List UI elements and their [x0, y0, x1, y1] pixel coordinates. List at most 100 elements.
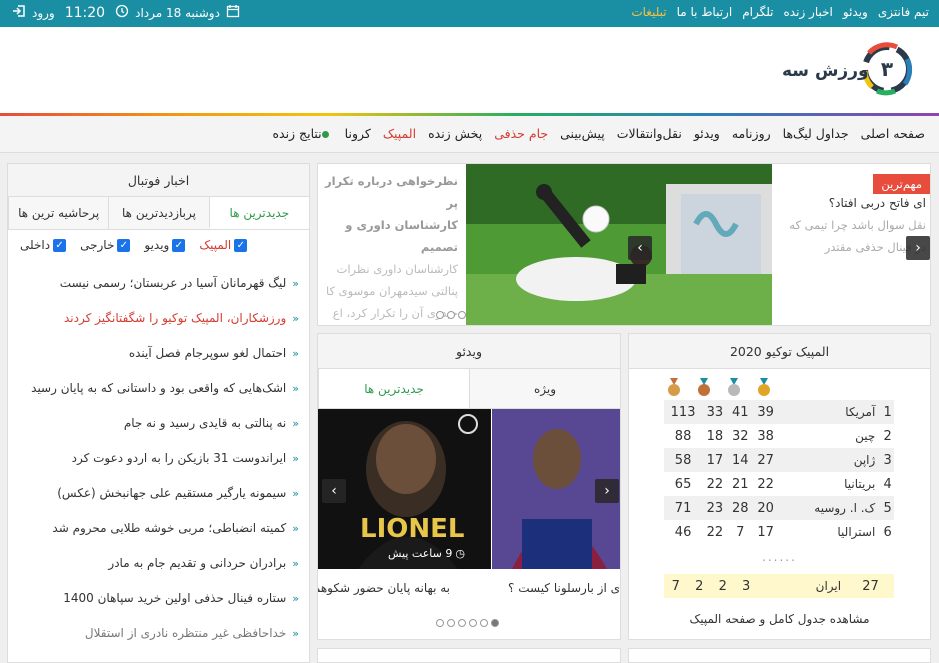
news-item[interactable]: « ورزشکاران، المپیک توکیو را شگفتانگیز کر… — [18, 301, 299, 336]
tab-video-newest[interactable]: جدیدترین ها — [318, 369, 469, 408]
nav-item[interactable]: نقل‌وانتقالات — [617, 126, 682, 141]
video-dot[interactable] — [436, 619, 444, 627]
login-link[interactable]: ورود — [32, 6, 55, 20]
slider-dot[interactable] — [458, 311, 466, 319]
news-item[interactable]: « اشک‌هایی که واقعی بود و داستانی که به پ… — [18, 371, 299, 406]
filter-checkbox[interactable]: ✓ المپیک — [199, 238, 248, 252]
medal-cell-bronze: 22 — [706, 524, 724, 540]
iran-row-highlight: 27 ایران 3 2 2 7 — [664, 574, 894, 598]
video-caption[interactable]: ی از بارسلونا کیست ؟ — [508, 581, 620, 595]
top-link-video[interactable]: ویدئو — [843, 5, 868, 19]
news-filters: ✓ داخلی ✓ خارجی ✓ ویدیو ✓ المپیک — [8, 230, 309, 260]
video-box-title: ویدئو — [318, 334, 620, 369]
medal-cell-gold: 17 — [757, 524, 774, 540]
news-item[interactable]: « احتمال لغو سوپرجام فصل آینده — [18, 336, 299, 371]
iran-row-table: 27 ایران 3 2 2 7 — [664, 574, 894, 598]
news-item[interactable]: « خداحافظی غیر منتظره نادری از استقلال — [18, 616, 299, 651]
video-dot[interactable] — [480, 619, 488, 627]
medal-row: 1 آمریکا 39 41 33 113 — [664, 400, 894, 424]
checkbox-checked-icon[interactable]: ✓ — [117, 238, 131, 252]
nav-item[interactable]: جداول لیگ‌ها — [783, 126, 849, 141]
iran-cell-bronze: 2 — [695, 578, 704, 594]
medal-cell-total: 58 — [664, 448, 703, 472]
filter-checkbox[interactable]: ✓ خارجی — [80, 238, 131, 252]
main-nav: صفحه اصلی جداول لیگ‌ها روزنامه ویدئو نقل‌وان… — [0, 116, 939, 153]
prev-slide-text[interactable]: نظرخواهی درباره تکرار پر کارشناسان داوری… — [318, 164, 466, 325]
nav-item[interactable]: پخش زنده — [428, 126, 482, 141]
medal-table: 1 آمریکا 39 41 33 113 2 چین 38 32 18 88 3 ژاپن 27 14 17 5… — [664, 400, 894, 544]
nav-item[interactable]: جام حذفی — [494, 126, 548, 141]
medal-cell-gold: 20 — [752, 496, 779, 520]
olympic-full-table-link[interactable]: مشاهده جدول کامل و صفحه المپیک — [629, 612, 930, 626]
medal-cell-total: 71 — [664, 496, 703, 520]
nav-item[interactable]: ویدئو — [694, 126, 720, 141]
video-time-ago: ◷ 9 ساعت پیش — [388, 547, 465, 560]
nav-item[interactable]: کرونا — [345, 126, 371, 141]
news-item[interactable]: « نه پنالتی به قایدی رسید و نه جام — [18, 406, 299, 441]
headline-slider: نظرخواهی درباره تکرار پر کارشناسان داوری… — [317, 163, 931, 326]
news-item[interactable]: « برادران حردانی و تقدیم جام به مادر — [18, 546, 299, 581]
tab-most-controversial[interactable]: پرحاشیه ترین ها — [8, 197, 109, 229]
tab-newest[interactable]: جدیدترین ها — [208, 197, 309, 229]
site-logo[interactable]: ۳ ورزش سه — [777, 39, 917, 99]
medal-cell-gold: 22 — [757, 476, 774, 492]
svg-text:ورزش سه: ورزش سه — [782, 61, 869, 81]
goalkeeper-photo[interactable] — [466, 164, 772, 325]
nav-item[interactable]: روزنامه — [732, 126, 771, 141]
filter-checkbox[interactable]: ✓ داخلی — [20, 238, 67, 252]
slider-dot[interactable] — [436, 311, 444, 319]
top-link-fantasy[interactable]: تیم فانتزی — [878, 5, 929, 19]
gold-medal-icon — [757, 378, 771, 396]
video-tabs: ویژه جدیدترین ها — [318, 369, 620, 409]
video-dot[interactable] — [447, 619, 455, 627]
bullet-icon: « — [292, 627, 299, 640]
nav-item[interactable]: المپیک — [383, 126, 416, 141]
top-links: تیم فانتزی ویدئو اخبار زنده تلگرام ارتبا… — [631, 5, 929, 19]
top-link-contact[interactable]: ارتباط با ما — [677, 5, 733, 19]
checkbox-checked-icon[interactable]: ✓ — [53, 238, 67, 252]
video-dot[interactable] — [458, 619, 466, 627]
news-item[interactable]: « ایراندوست 31 بازیکن را به اردو دعوت کرد — [18, 441, 299, 476]
next-box-stub — [317, 648, 621, 663]
site-header: ۳ ورزش سه — [0, 27, 939, 113]
table-ellipsis: ...... — [762, 550, 797, 564]
slider-prev-arrow-icon[interactable]: ‹ — [628, 236, 652, 260]
news-item[interactable]: « سیمونه یارگیر مستقیم علی جهانبخش (عکس) — [18, 476, 299, 511]
nav-item[interactable]: صفحه اصلی — [861, 126, 925, 141]
news-item-title: سیمونه یارگیر مستقیم علی جهانبخش (عکس) — [57, 486, 287, 500]
top-link-live-news[interactable]: اخبار زنده — [784, 5, 833, 19]
news-item-title: احتمال لغو سوپرجام فصل آینده — [128, 346, 287, 360]
iran-cell-total: 7 — [671, 578, 680, 594]
checkbox-checked-icon[interactable]: ✓ — [234, 238, 248, 252]
medal-icons — [667, 378, 771, 396]
tab-most-viewed[interactable]: پربازدیدترین ها — [108, 197, 209, 229]
slider-next-arrow-icon[interactable]: › — [906, 236, 930, 260]
video-dot[interactable] — [469, 619, 477, 627]
top-link-telegram[interactable]: تلگرام — [742, 5, 773, 19]
top-link-ads[interactable]: تبلیغات — [631, 5, 666, 19]
slider-dot[interactable] — [447, 311, 455, 319]
medal-cell-silver: 14 — [727, 448, 753, 472]
news-item-title: اشک‌هایی که واقعی بود و داستانی که به پا… — [31, 381, 287, 395]
video-next-arrow-icon[interactable]: › — [595, 479, 619, 503]
bronze-medal-icon — [697, 378, 711, 396]
football-news-list: « لیگ قهرمانان آسیا در عربستان؛ رسمی نیست… — [8, 260, 309, 651]
video-prev-arrow-icon[interactable]: ‹ — [322, 479, 346, 503]
medal-row: 2 چین 38 32 18 88 — [664, 424, 894, 448]
nav-item[interactable]: نتایج زنده — [272, 126, 332, 141]
nav-item[interactable]: پیش‌بینی — [560, 126, 605, 141]
video-caption[interactable]: به بهانه پایان حضور شکوهم — [318, 581, 450, 595]
news-item[interactable]: « لیگ قهرمانان آسیا در عربستان؛ رسمی نیست — [18, 266, 299, 301]
news-item[interactable]: « ستاره فینال حذفی اولین خرید سپاهان 1400 — [18, 581, 299, 616]
video-dot-active[interactable] — [491, 619, 499, 627]
login-icon[interactable] — [12, 4, 26, 21]
video-box: ویدئو ویژه جدیدترین ها LIONEL ◷ 9 ساعت پ… — [317, 333, 621, 640]
bullet-icon: « — [292, 557, 299, 570]
checkbox-checked-icon[interactable]: ✓ — [172, 238, 186, 252]
news-item-title: ستاره فینال حذفی اولین خرید سپاهان 1400 — [63, 591, 287, 605]
filter-checkbox[interactable]: ✓ ویدیو — [144, 238, 186, 252]
news-item[interactable]: « کمیته انضباطی؛ مربی خوشه طلایی محروم شد — [18, 511, 299, 546]
medal-cell-total: 46 — [674, 524, 692, 540]
tab-featured[interactable]: ویژه — [469, 369, 620, 408]
medal-cell-rank: 1 — [881, 400, 894, 424]
